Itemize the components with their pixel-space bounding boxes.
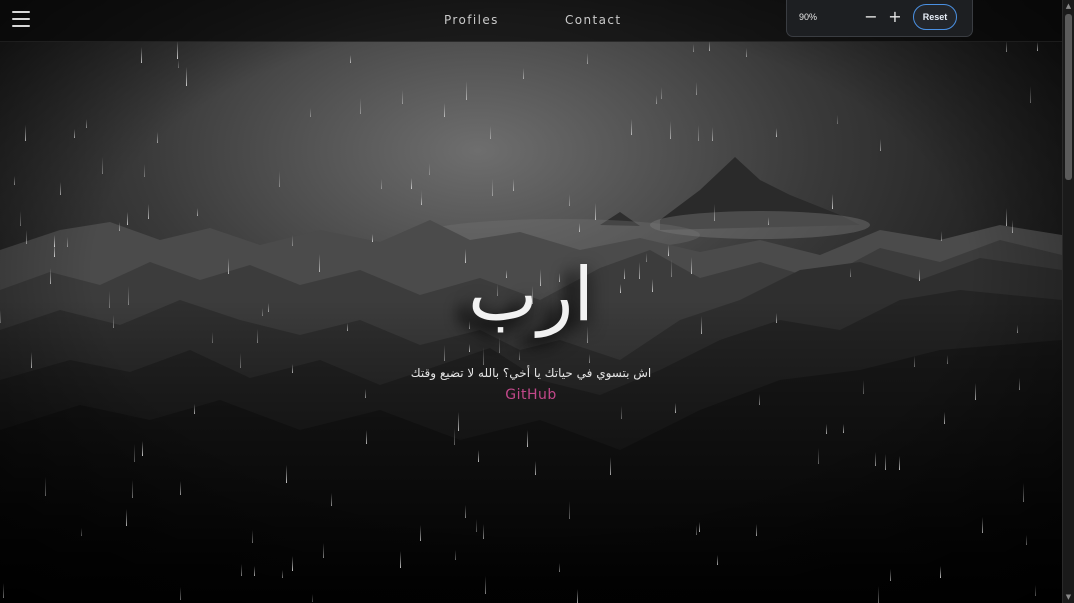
github-link[interactable]: GitHub bbox=[0, 387, 1062, 403]
hamburger-menu-icon[interactable] bbox=[12, 11, 30, 29]
zoom-out-button[interactable]: − bbox=[863, 8, 879, 26]
zoom-in-button[interactable]: + bbox=[887, 8, 903, 26]
vertical-scrollbar[interactable]: ▲ ▼ bbox=[1062, 0, 1074, 603]
zoom-level-readout: 90% bbox=[799, 12, 818, 22]
nav-link-profiles[interactable]: Profiles bbox=[444, 13, 499, 27]
scroll-up-arrow-icon[interactable]: ▲ bbox=[1063, 0, 1074, 12]
scroll-down-arrow-icon[interactable]: ▼ bbox=[1063, 591, 1074, 603]
nav-link-contact[interactable]: Contact bbox=[565, 13, 622, 27]
hero-subtitle: اش بتسوي في حياتك يا أخي؟ بالله لا تضيع … bbox=[410, 366, 652, 380]
zoom-reset-button[interactable]: Reset bbox=[913, 4, 957, 30]
scrollbar-thumb[interactable] bbox=[1065, 14, 1072, 180]
zoom-control-panel: 90% − + Reset bbox=[786, 0, 973, 37]
hero-title: ارب bbox=[468, 252, 594, 338]
